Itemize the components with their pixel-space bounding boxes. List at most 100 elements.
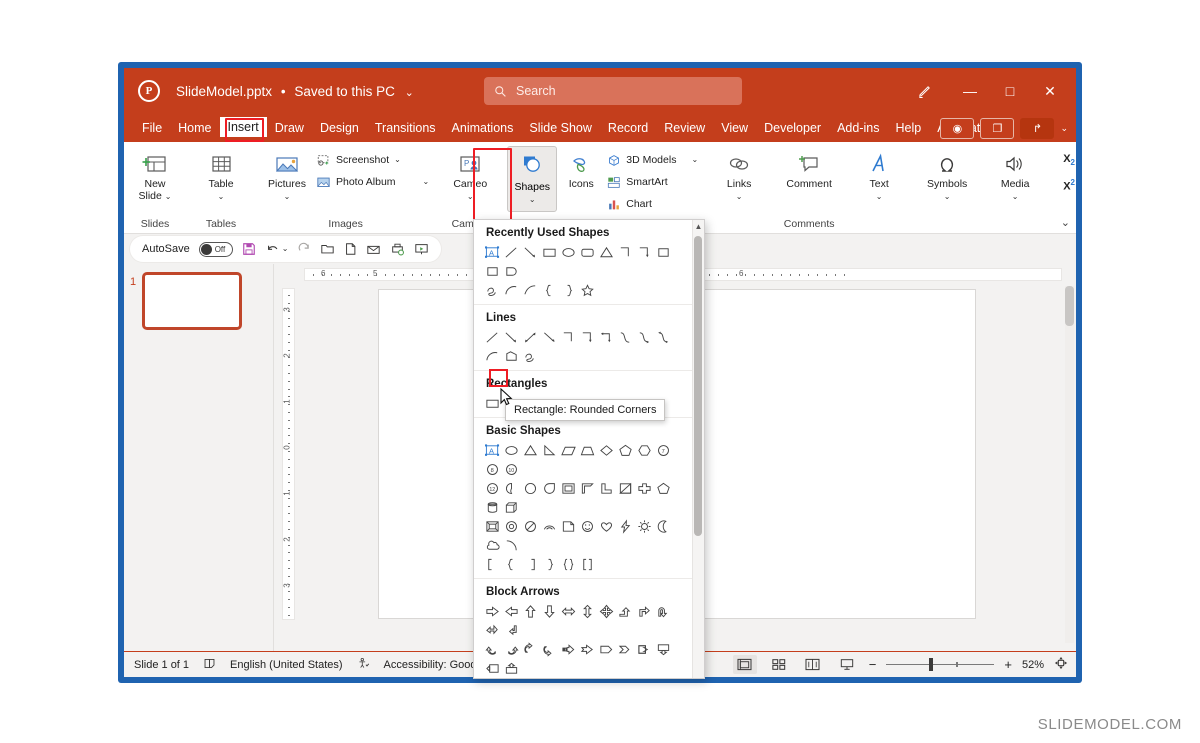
shape-right-arrow[interactable] bbox=[654, 243, 673, 262]
shape-arrow-curved-right[interactable] bbox=[502, 640, 521, 659]
smartart-button[interactable]: SmartArt bbox=[607, 172, 698, 192]
shape-curved-double-arrow[interactable] bbox=[654, 328, 673, 347]
shape-no-symbol[interactable] bbox=[521, 517, 540, 536]
shape-octagon[interactable]: 8 bbox=[483, 460, 502, 479]
zoom-knob[interactable] bbox=[929, 658, 933, 671]
ribbon-collapse-button[interactable]: ⌄ bbox=[1061, 216, 1070, 229]
shape-sun[interactable] bbox=[635, 517, 654, 536]
tab-add-ins[interactable]: Add-ins bbox=[829, 118, 887, 138]
shape-bevel[interactable] bbox=[483, 517, 502, 536]
icons-button[interactable]: Icons bbox=[561, 146, 601, 190]
tab-file[interactable]: File bbox=[134, 118, 170, 138]
shape-arrow-bent-up[interactable] bbox=[616, 602, 635, 621]
shape-right-triangle[interactable] bbox=[540, 441, 559, 460]
tab-record[interactable]: Record bbox=[600, 118, 656, 138]
zoom-in-button[interactable]: + bbox=[1004, 657, 1012, 672]
symbols-button[interactable]: Symbols ⌄ bbox=[920, 146, 974, 202]
shape-star-5[interactable] bbox=[578, 281, 597, 300]
shape-half-frame[interactable] bbox=[578, 479, 597, 498]
thumbnail-row[interactable]: 1 bbox=[124, 272, 273, 330]
links-button[interactable]: Links ⌄ bbox=[714, 146, 764, 202]
shape-moon[interactable] bbox=[654, 517, 673, 536]
shape-brace-pair[interactable] bbox=[559, 555, 578, 574]
shape-elbow-arrow-connector[interactable] bbox=[635, 243, 654, 262]
shape-cloud[interactable] bbox=[483, 536, 502, 555]
shape-curved-arrow-connector[interactable] bbox=[635, 328, 654, 347]
shape-arrow-up-down[interactable] bbox=[578, 602, 597, 621]
shape-line[interactable] bbox=[483, 328, 502, 347]
shape-arrow-curved-left[interactable] bbox=[483, 640, 502, 659]
shape-arrow-bent[interactable] bbox=[635, 602, 654, 621]
shape-bracket-pair[interactable] bbox=[578, 555, 597, 574]
shape-textbox[interactable]: A bbox=[483, 243, 502, 262]
shape-scribble[interactable] bbox=[521, 347, 540, 366]
reading-view-button[interactable] bbox=[801, 655, 825, 674]
tab-review[interactable]: Review bbox=[656, 118, 713, 138]
shape-arrow-quad[interactable] bbox=[597, 602, 616, 621]
shape-block-arc[interactable] bbox=[540, 517, 559, 536]
media-button[interactable]: Media ⌄ bbox=[990, 146, 1040, 202]
shape-freeform-shape[interactable] bbox=[502, 347, 521, 366]
tab-home[interactable]: Home bbox=[170, 118, 219, 138]
share-button[interactable]: ↱ bbox=[1020, 118, 1054, 139]
tab-design[interactable]: Design bbox=[312, 118, 367, 138]
shape-right-arrow-callout[interactable] bbox=[635, 640, 654, 659]
shape-arrow-curved-down[interactable] bbox=[540, 640, 559, 659]
photo-album-button[interactable]: Photo Album ⌄ bbox=[316, 172, 429, 192]
shape-arrow-curved-up[interactable] bbox=[521, 640, 540, 659]
shapes-button[interactable]: Shapes ⌄ bbox=[507, 146, 557, 212]
shape-right-brace[interactable] bbox=[559, 281, 578, 300]
shape-elbow-connector[interactable] bbox=[559, 328, 578, 347]
print-preview-icon[interactable] bbox=[390, 242, 405, 256]
title-chevron-down-icon[interactable]: ⌄ bbox=[405, 86, 414, 99]
zoom-slider[interactable] bbox=[886, 658, 994, 672]
3d-models-button[interactable]: 3D Models ⌄ bbox=[607, 150, 698, 170]
shape-line-double-arrow[interactable] bbox=[521, 328, 540, 347]
shape-diagonal-stripe[interactable] bbox=[616, 479, 635, 498]
shape-arrow-down[interactable] bbox=[540, 602, 559, 621]
shape-rectangle[interactable] bbox=[540, 243, 559, 262]
shape-rounded-rect[interactable] bbox=[578, 243, 597, 262]
save-icon[interactable] bbox=[242, 242, 256, 256]
shape-elbow-arrow[interactable] bbox=[578, 328, 597, 347]
shape-left-arrow-callout[interactable] bbox=[483, 659, 502, 678]
shape-scribble[interactable] bbox=[483, 281, 502, 300]
shape-arrow-left-up[interactable] bbox=[483, 621, 502, 640]
shape-oval[interactable] bbox=[502, 441, 521, 460]
shape-elbow-double-arrow[interactable] bbox=[597, 328, 616, 347]
tab-help[interactable]: Help bbox=[887, 118, 929, 138]
shape-pie[interactable] bbox=[502, 479, 521, 498]
shape-flowchart-delay[interactable] bbox=[502, 262, 521, 281]
shape-trapezoid[interactable] bbox=[578, 441, 597, 460]
shape-left-brace[interactable] bbox=[502, 555, 521, 574]
shape-smiley-face[interactable] bbox=[578, 517, 597, 536]
table-button[interactable]: Table ⌄ bbox=[196, 146, 246, 202]
email-icon[interactable] bbox=[366, 242, 381, 256]
shape-dodecagon[interactable]: 12 bbox=[483, 479, 502, 498]
chevron-down-icon[interactable]: ⌄ bbox=[394, 157, 401, 163]
subscript-button[interactable]: X2 Subscript bbox=[1063, 150, 1076, 170]
screenshot-button[interactable]: Screenshot ⌄ bbox=[316, 150, 429, 170]
shape-parallelogram[interactable] bbox=[559, 441, 578, 460]
zoom-out-button[interactable]: − bbox=[869, 657, 877, 672]
chevron-down-icon[interactable]: ⌄ bbox=[423, 179, 430, 185]
shape-arrow-bent-2[interactable] bbox=[502, 621, 521, 640]
shape-line[interactable] bbox=[502, 243, 521, 262]
shapes-gallery-dropdown[interactable]: Recently Used ShapesALinesRectanglesBasi… bbox=[473, 219, 705, 679]
chevron-down-icon[interactable]: ⌄ bbox=[529, 195, 536, 204]
maximize-button[interactable]: □ bbox=[990, 75, 1030, 107]
slide-sorter-view-button[interactable] bbox=[767, 655, 791, 674]
language-label[interactable]: English (United States) bbox=[230, 659, 343, 671]
chevron-down-icon[interactable]: ⌄ bbox=[691, 157, 698, 163]
tab-developer[interactable]: Developer bbox=[756, 118, 829, 138]
start-slideshow-icon[interactable] bbox=[414, 242, 429, 256]
chevron-down-icon[interactable]: ⌄ bbox=[736, 192, 743, 201]
chevron-down-icon[interactable]: ⌄ bbox=[165, 192, 172, 201]
shape-line-arrow-2[interactable] bbox=[540, 328, 559, 347]
scroll-up-arrow-icon[interactable]: ▲ bbox=[693, 220, 704, 234]
shape-left-right-arrow-callout[interactable] bbox=[502, 678, 521, 679]
shape-circular-arrow[interactable] bbox=[521, 678, 540, 679]
slideshow-view-button[interactable] bbox=[835, 655, 859, 674]
shape-decagon[interactable]: 10 bbox=[502, 460, 521, 479]
shape-elbow-connector[interactable] bbox=[616, 243, 635, 262]
